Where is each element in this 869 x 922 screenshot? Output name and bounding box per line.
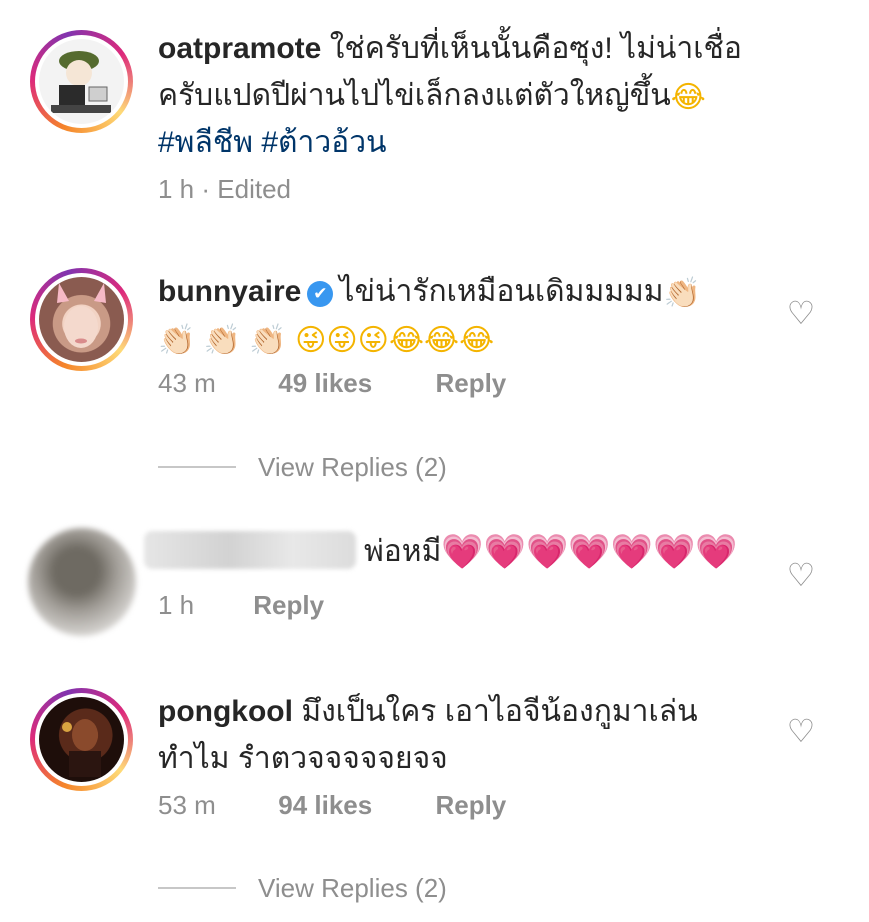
person-avatar-icon	[62, 719, 101, 777]
heart-emoji-icon: 💗	[568, 533, 611, 571]
heart-emoji-icon: 💗	[610, 533, 654, 571]
comment-meta: 53 m 94 likes Reply	[158, 790, 506, 821]
comment-body-line1: ไข่น่ารักเหมือนเดิมมมมม	[339, 275, 664, 308]
avatar-frame	[35, 35, 128, 128]
cartoon-avatar-icon	[51, 51, 111, 113]
comment-time: 1 h	[158, 590, 195, 620]
verified-badge-icon: ✔	[307, 281, 334, 307]
clapping-hands-emoji-icon: 👏🏻	[663, 277, 701, 310]
laughing-emoji-icon: 😂	[459, 324, 495, 357]
comment-meta: 1 h Reply	[158, 590, 324, 621]
likes-count-button[interactable]: 49 likes	[278, 368, 428, 399]
laughing-emoji-icon: 😂	[670, 81, 706, 114]
hashtag-link[interactable]: #ต้าวอ้วน	[261, 126, 386, 159]
avatar-image	[39, 39, 124, 124]
comment-username[interactable]: pongkool	[158, 695, 293, 728]
avatar-blurred[interactable]	[28, 528, 136, 636]
view-replies-label: View Replies (2)	[258, 873, 447, 903]
comment-meta: 1 h · Edited	[158, 174, 291, 205]
comment-time: 1 h	[158, 174, 195, 204]
winking-tongue-emoji-icon: 😜	[295, 324, 327, 357]
avatar-pongkool[interactable]	[30, 688, 133, 791]
heart-emoji-icon: 💗	[483, 533, 527, 571]
avatar-image	[39, 697, 124, 782]
person-avatar-icon	[57, 283, 106, 348]
heart-emoji-icon: 💗	[526, 533, 569, 571]
heart-emoji-icon: 💗	[695, 533, 738, 571]
view-replies-label: View Replies (2)	[258, 452, 447, 482]
reply-button[interactable]: Reply	[253, 590, 324, 621]
comment-body-line1: มึงเป็นใคร เอาไอจีน้องกูมาเล่น	[301, 695, 698, 728]
avatar-bunnyaire[interactable]	[30, 268, 133, 371]
replies-divider	[158, 887, 236, 889]
comment-time: 53 m	[158, 790, 216, 820]
likes-count-button[interactable]: 94 likes	[278, 790, 428, 821]
comment-username[interactable]: oatpramote	[158, 32, 321, 65]
heart-emoji-icon: 💗	[441, 533, 484, 571]
blurred-username[interactable]	[144, 531, 356, 569]
reply-button[interactable]: Reply	[435, 790, 506, 821]
laughing-emoji-icon: 😂	[388, 324, 425, 357]
edited-label: · Edited	[201, 174, 291, 204]
reply-button[interactable]: Reply	[435, 368, 506, 399]
comment-text: พ่อหมี💗💗💗💗💗💗💗	[144, 528, 744, 575]
clapping-hands-emoji-icon: 👏🏻	[203, 324, 242, 357]
comment-text: oatpramote ใช่ครับที่เห็นนั้นคือซุง! ไม่…	[158, 25, 758, 166]
comment-text: bunnyaire ✔ ไข่น่ารักเหมือนเดิมมมมม👏🏻 👏🏻 👏…	[158, 268, 758, 362]
avatar-frame	[35, 273, 128, 366]
like-heart-icon[interactable]: ♡	[784, 714, 818, 748]
heart-emoji-icon: 💗	[653, 533, 696, 571]
hashtag-link[interactable]: #พลีชีพ	[158, 126, 253, 159]
comment-time: 43 m	[158, 368, 216, 398]
view-replies-button[interactable]: View Replies (2)	[158, 873, 447, 904]
view-replies-button[interactable]: View Replies (2)	[158, 452, 447, 483]
winking-tongue-emoji-icon: 😜	[326, 324, 358, 357]
winking-tongue-emoji-icon: 😜	[357, 324, 389, 357]
avatar-oatpramote[interactable]	[30, 30, 133, 133]
avatar-image	[39, 277, 124, 362]
comment-body-line2: ครับแปดปีผ่านไปไข่เล็กลงแต่ตัวใหญ่ขึ้น	[158, 79, 671, 112]
avatar-frame	[35, 693, 128, 786]
comment-meta: 43 m 49 likes Reply	[158, 368, 506, 399]
comment-username[interactable]: bunnyaire	[158, 275, 301, 308]
comment-text: pongkool มึงเป็นใคร เอาไอจีน้องกูมาเล่น …	[158, 688, 758, 782]
clapping-hands-emoji-icon: 👏🏻	[249, 324, 287, 357]
like-heart-icon[interactable]: ♡	[784, 296, 818, 330]
comment-body-line1: พ่อหมี	[364, 535, 442, 568]
replies-divider	[158, 466, 236, 468]
laughing-emoji-icon: 😂	[424, 324, 460, 357]
comment-body-line2: ทำไม รำตวจจจจจยจจ	[158, 742, 448, 775]
clapping-hands-emoji-icon: 👏🏻	[158, 324, 196, 357]
like-heart-icon[interactable]: ♡	[784, 558, 818, 592]
comment-body-line1: ใช่ครับที่เห็นนั้นคือซุง! ไม่น่าเชื่อ	[329, 32, 742, 65]
